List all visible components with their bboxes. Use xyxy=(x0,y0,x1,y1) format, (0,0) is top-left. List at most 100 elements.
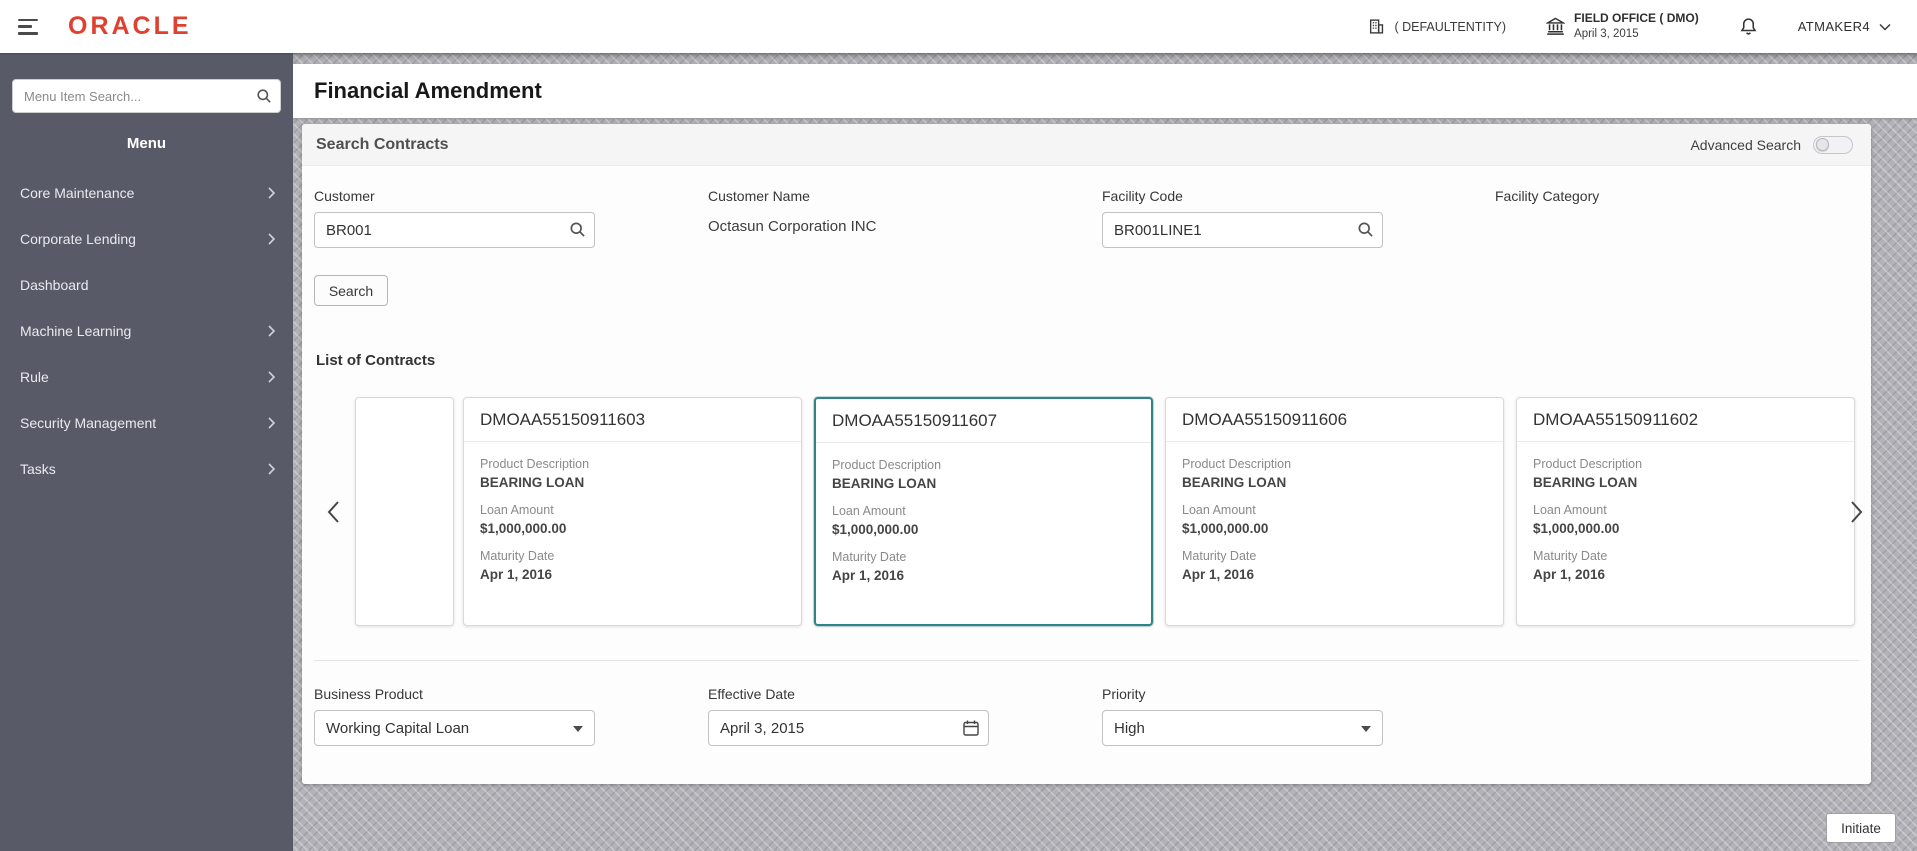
facility-code-input[interactable] xyxy=(1102,212,1383,248)
sidebar-item-label: Security Management xyxy=(20,415,157,431)
chevron-right-icon xyxy=(268,325,275,337)
sidebar-item-dashboard[interactable]: Dashboard xyxy=(0,262,293,308)
contract-id: DMOAA55150911603 xyxy=(464,398,801,442)
sidebar-nav: Core Maintenance Corporate Lending Dashb… xyxy=(0,170,293,492)
maturity-date-label: Maturity Date xyxy=(1533,549,1608,563)
carousel-left-icon xyxy=(327,501,339,523)
search-icon xyxy=(257,89,271,103)
entity-label: ( DEFAULTENTITY) xyxy=(1394,19,1507,34)
business-product-select[interactable]: Working Capital Loan xyxy=(314,710,595,746)
product-description-label: Product Description xyxy=(832,458,942,472)
business-product-field: Business Product Working Capital Loan xyxy=(314,686,595,746)
initiate-button[interactable]: Initiate xyxy=(1826,813,1896,843)
product-description-label: Product Description xyxy=(480,457,590,471)
oracle-logo: ORACLE xyxy=(68,12,192,40)
contract-card-clipped[interactable] xyxy=(355,397,454,626)
search-icon[interactable] xyxy=(1357,221,1374,238)
product-description-value: BEARING LOAN xyxy=(480,475,585,490)
maturity-date-value: Apr 1, 2016 xyxy=(480,567,553,582)
contract-card[interactable]: DMOAA55150911603 Product Description BEA… xyxy=(463,397,802,626)
menu-search-input[interactable] xyxy=(12,79,281,113)
bell-icon xyxy=(1740,18,1757,35)
customer-label: Customer xyxy=(314,188,375,204)
sidebar-item-label: Rule xyxy=(20,369,49,385)
search-button[interactable]: Search xyxy=(314,275,388,306)
page-title-bar: Financial Amendment xyxy=(293,64,1917,118)
chevron-right-icon xyxy=(268,187,275,199)
financial-amendment-panel: Search Contracts Advanced Search Custome… xyxy=(302,124,1871,784)
effective-date-field: Effective Date xyxy=(708,686,989,746)
menu-search xyxy=(12,79,281,113)
toggle-knob xyxy=(1816,138,1829,151)
priority-select[interactable]: High xyxy=(1102,710,1383,746)
loan-amount-label: Loan Amount xyxy=(1533,503,1607,517)
effective-date-label: Effective Date xyxy=(708,686,795,702)
hamburger-menu-icon[interactable] xyxy=(18,18,40,35)
notifications-button[interactable] xyxy=(1739,17,1758,36)
user-menu[interactable]: ATMAKER4 xyxy=(1798,19,1891,34)
maturity-date-label: Maturity Date xyxy=(832,550,907,564)
contract-card-body: Product Description BEARING LOAN Loan Am… xyxy=(816,443,1151,583)
branch-info: FIELD OFFICE ( DMO) April 3, 2015 xyxy=(1574,11,1699,42)
product-description-label: Product Description xyxy=(1533,457,1643,471)
contract-card-body: Product Description BEARING LOAN Loan Am… xyxy=(464,442,801,582)
advanced-search-toggle[interactable] xyxy=(1813,135,1853,154)
sidebar-item-label: Corporate Lending xyxy=(20,231,136,247)
maturity-date-label: Maturity Date xyxy=(480,549,555,563)
chevron-right-icon xyxy=(268,371,275,383)
customer-name-value: Octasun Corporation INC xyxy=(708,218,877,235)
entity-icon xyxy=(1370,19,1384,34)
sidebar-item-machine-learning[interactable]: Machine Learning xyxy=(0,308,293,354)
chevron-right-icon xyxy=(268,463,275,475)
menu-heading: Menu xyxy=(126,135,167,152)
contract-id: DMOAA55150911607 xyxy=(816,399,1151,443)
advanced-search-label: Advanced Search xyxy=(1690,136,1801,153)
sidebar-item-label: Tasks xyxy=(20,461,56,477)
business-product-label: Business Product xyxy=(314,686,423,702)
list-of-contracts-title: List of Contracts xyxy=(316,352,436,369)
search-contracts-header: Search Contracts Advanced Search xyxy=(302,124,1871,166)
entity-selector[interactable]: ( DEFAULTENTITY) xyxy=(1368,18,1506,35)
priority-value: High xyxy=(1114,719,1145,737)
facility-category-field: Facility Category xyxy=(1495,188,1776,204)
contract-card-body: Product Description BEARING LOAN Loan Am… xyxy=(1166,442,1503,582)
posting-date: April 3, 2015 xyxy=(1574,27,1639,40)
customer-input[interactable] xyxy=(314,212,595,248)
chevron-down-icon xyxy=(1879,23,1891,31)
search-icon[interactable] xyxy=(569,221,586,238)
contract-card[interactable]: DMOAA55150911602 Product Description BEA… xyxy=(1516,397,1855,626)
chevron-right-icon xyxy=(268,233,275,245)
sidebar-item-corporate-lending[interactable]: Corporate Lending xyxy=(0,216,293,262)
sidebar-item-label: Machine Learning xyxy=(20,323,132,339)
contract-id: DMOAA55150911602 xyxy=(1517,398,1854,442)
header-shadow xyxy=(293,53,1917,64)
carousel-next-button[interactable] xyxy=(1843,496,1869,528)
dropdown-caret-icon xyxy=(1361,726,1371,732)
loan-amount-label: Loan Amount xyxy=(832,504,906,518)
calendar-icon[interactable] xyxy=(962,719,980,737)
carousel-prev-button[interactable] xyxy=(320,496,346,528)
sidebar-item-rule[interactable]: Rule xyxy=(0,354,293,400)
contract-card-selected[interactable]: DMOAA55150911607 Product Description BEA… xyxy=(814,397,1153,626)
priority-field: Priority High xyxy=(1102,686,1383,746)
effective-date-input[interactable] xyxy=(708,710,989,746)
maturity-date-value: Apr 1, 2016 xyxy=(1182,567,1255,582)
customer-field: Customer xyxy=(314,188,595,248)
contract-card-body: Product Description BEARING LOAN Loan Am… xyxy=(1517,442,1854,582)
loan-amount-value: $1,000,000.00 xyxy=(1533,521,1620,536)
facility-category-label: Facility Category xyxy=(1495,188,1600,204)
loan-amount-label: Loan Amount xyxy=(480,503,554,517)
contract-card[interactable]: DMOAA55150911606 Product Description BEA… xyxy=(1165,397,1504,626)
branch-selector[interactable]: FIELD OFFICE ( DMO) April 3, 2015 xyxy=(1546,11,1699,42)
page-title: Financial Amendment xyxy=(314,78,542,103)
loan-amount-label: Loan Amount xyxy=(1182,503,1256,517)
section-title: Search Contracts xyxy=(316,135,449,153)
chevron-right-icon xyxy=(268,417,275,429)
section-divider xyxy=(314,660,1859,661)
maturity-date-value: Apr 1, 2016 xyxy=(832,568,905,583)
sidebar-item-core-maintenance[interactable]: Core Maintenance xyxy=(0,170,293,216)
sidebar-item-security-management[interactable]: Security Management xyxy=(0,400,293,446)
sidebar-item-tasks[interactable]: Tasks xyxy=(0,446,293,492)
sidebar-item-label: Dashboard xyxy=(20,277,89,293)
contract-id: DMOAA55150911606 xyxy=(1166,398,1503,442)
